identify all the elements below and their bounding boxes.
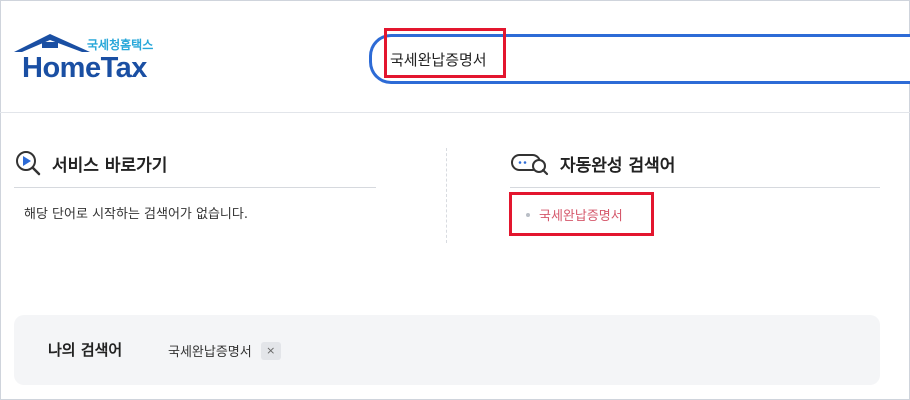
my-searches-panel: 나의 검색어 국세완납증명서 × [14,315,880,385]
autocomplete-heading: 자동완성 검색어 [510,148,880,178]
close-icon[interactable]: × [260,341,281,360]
play-search-icon [14,149,42,177]
my-searches-title: 나의 검색어 [48,341,123,359]
chat-search-icon [510,149,550,177]
service-shortcut-empty-message: 해당 단어로 시작하는 검색어가 없습니다. [24,207,248,222]
autocomplete-item[interactable]: 국세완납증명서 [526,205,623,224]
divider [510,187,880,188]
service-shortcut-panel: 서비스 바로가기 해당 단어로 시작하는 검색어가 없습니다. [14,140,376,250]
autocomplete-item-label: 국세완납증명서 [539,209,623,224]
autocomplete-title: 자동완성 검색어 [560,155,676,176]
header: 국세청홈택스 HomeTax [0,0,910,113]
my-search-item-label[interactable]: 국세완납증명서 [168,341,252,360]
panel-divider [446,148,447,243]
bullet-dot [526,212,530,217]
search-input[interactable] [390,46,870,72]
logo-korean-name: 국세청홈택스 [87,38,154,52]
divider [14,187,376,188]
autocomplete-panel: 자동완성 검색어 국세완납증명서 [510,140,880,250]
search-bar[interactable] [369,34,910,84]
service-shortcut-heading: 서비스 바로가기 [14,148,376,178]
service-shortcut-title: 서비스 바로가기 [52,155,168,176]
logo-english-name: HomeTax [22,52,147,84]
hometax-logo[interactable]: 국세청홈택스 HomeTax [12,30,172,86]
my-search-chip: 국세완납증명서 × [168,341,281,360]
